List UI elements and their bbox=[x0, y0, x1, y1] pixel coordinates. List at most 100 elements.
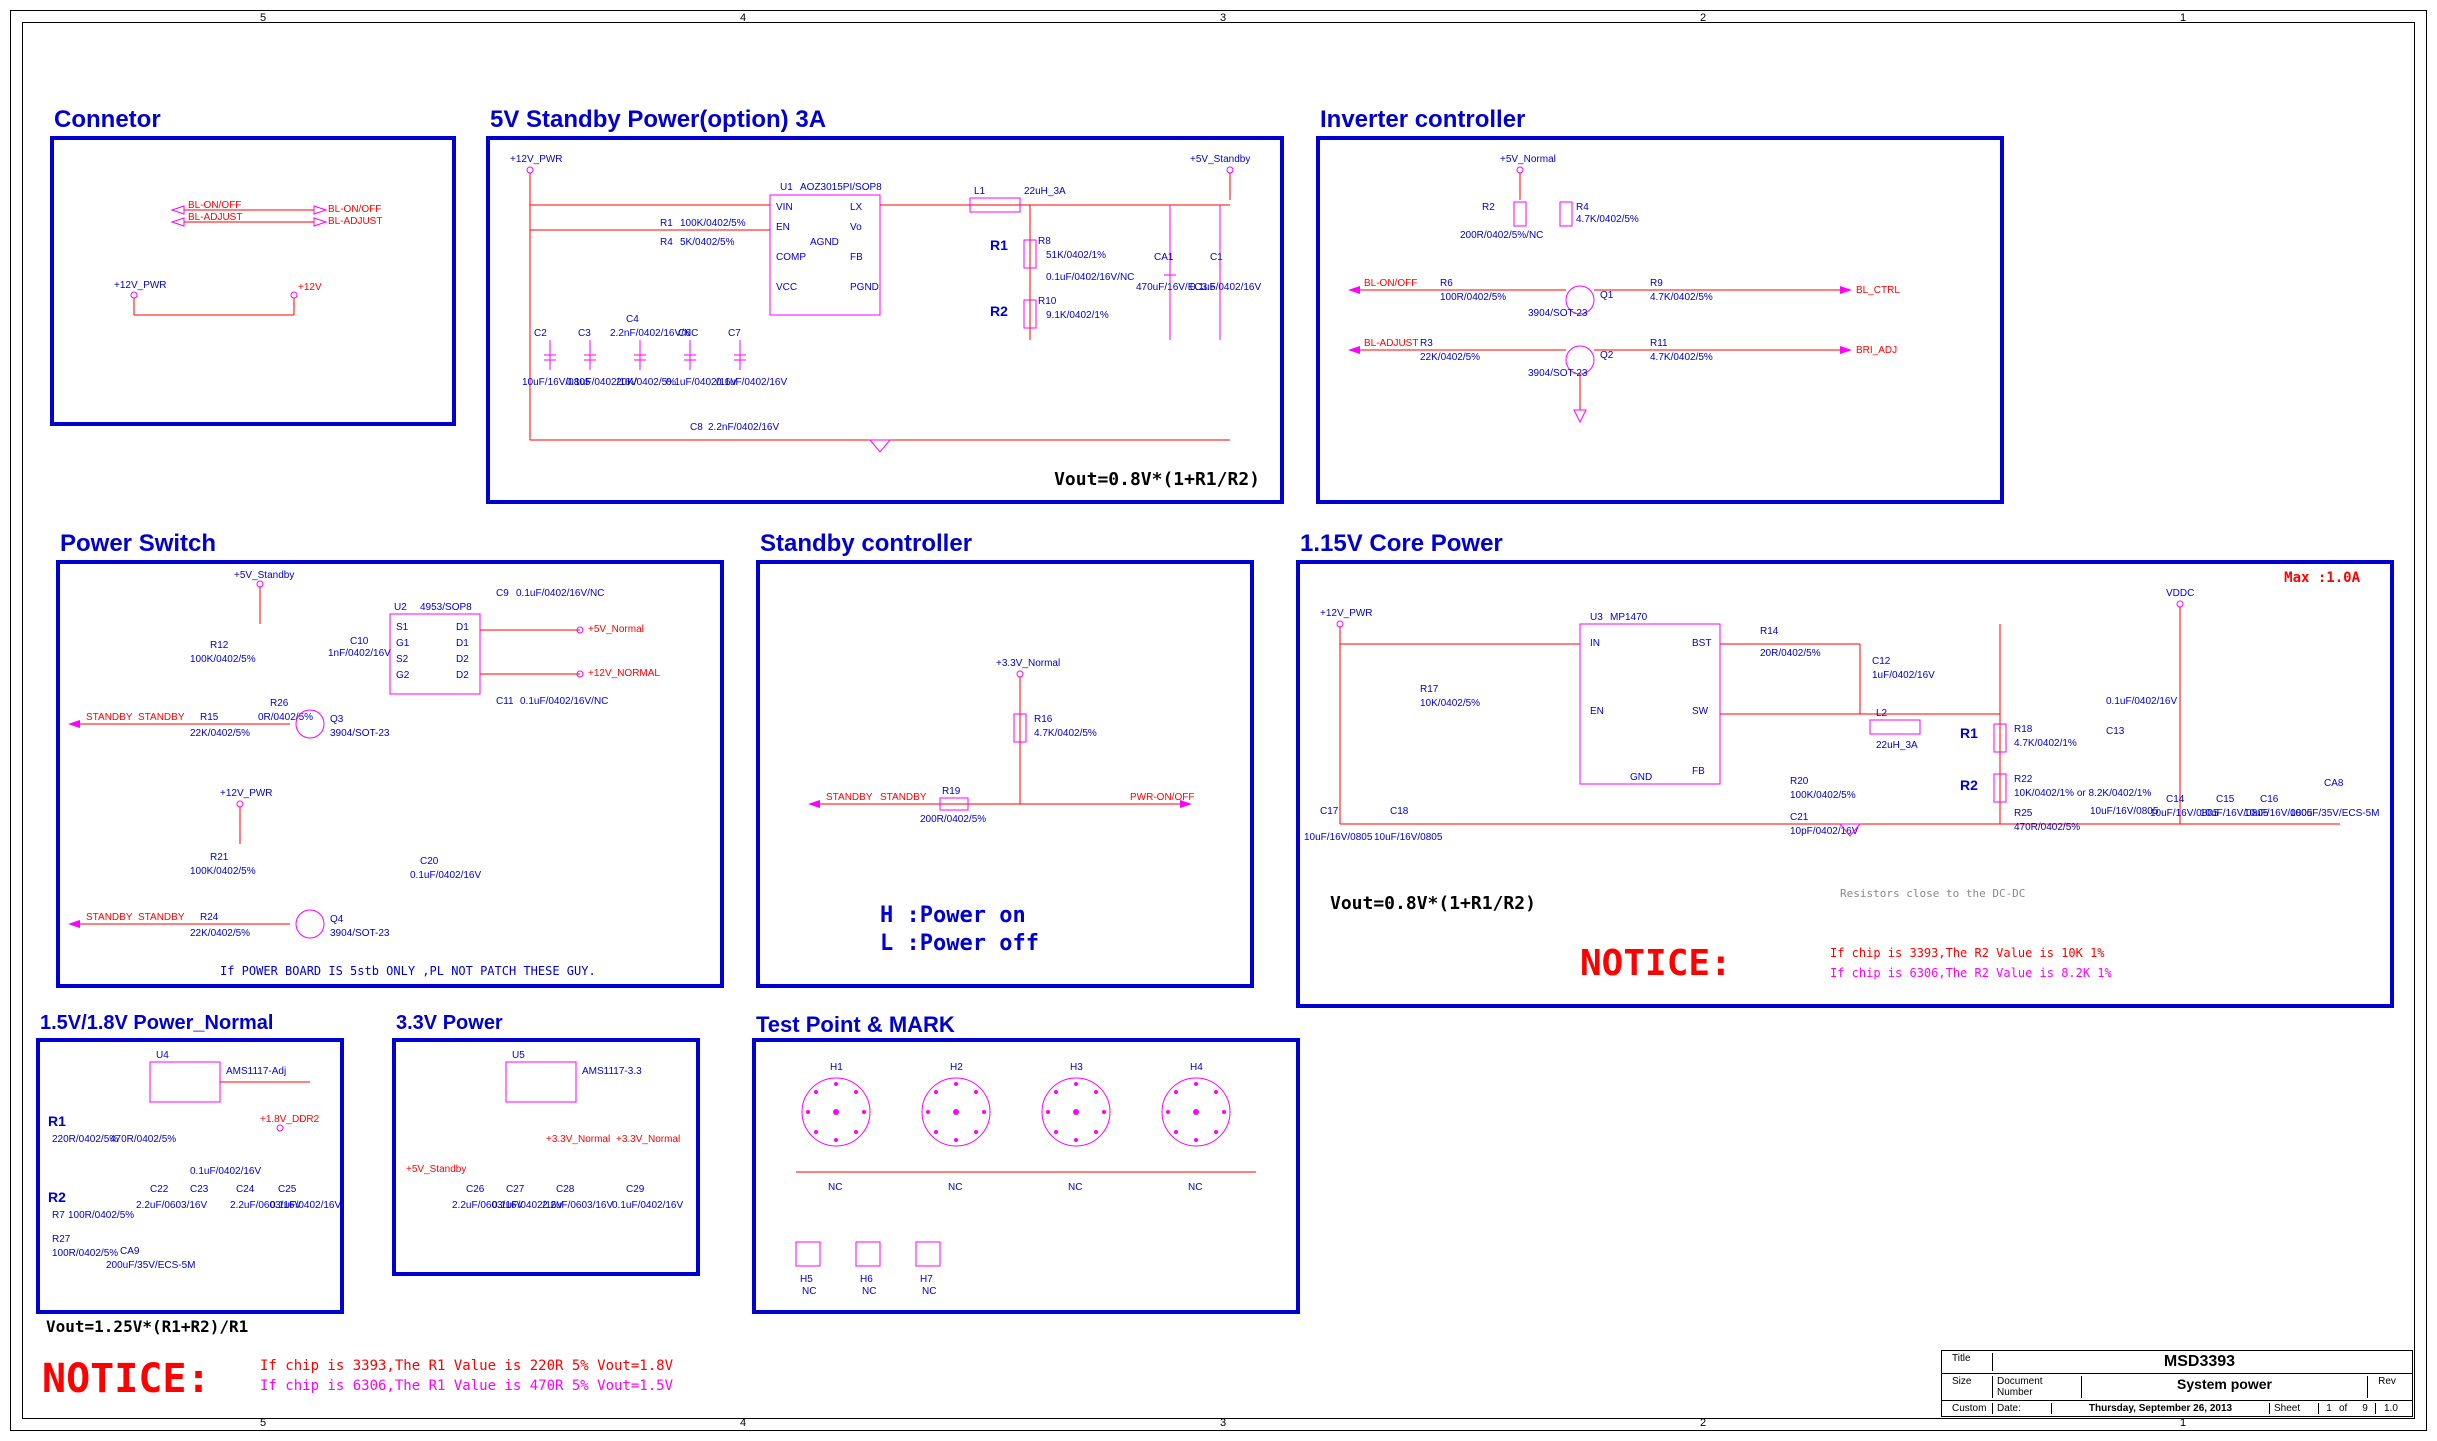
net-label: +12V bbox=[298, 282, 322, 293]
svg-text:R8: R8 bbox=[1038, 236, 1051, 247]
svg-text:R2: R2 bbox=[48, 1189, 66, 1205]
svg-text:S1: S1 bbox=[396, 622, 409, 633]
bottom-notice-label: NOTICE: bbox=[42, 1356, 211, 1402]
svg-text:C7: C7 bbox=[728, 328, 741, 339]
svg-text:100uF/35V/ECS-5M: 100uF/35V/ECS-5M bbox=[2290, 808, 2380, 819]
svg-text:C8: C8 bbox=[690, 422, 703, 433]
svg-text:L2: L2 bbox=[1876, 708, 1888, 719]
ruler-top: 5 bbox=[260, 12, 266, 24]
svg-text:2.2nF/0402/16V: 2.2nF/0402/16V bbox=[708, 422, 779, 433]
svg-text:10uF/16V/0805: 10uF/16V/0805 bbox=[1304, 832, 1373, 843]
svg-text:+5V_Normal: +5V_Normal bbox=[1500, 154, 1556, 165]
svg-text:0.1uF/0402/16V: 0.1uF/0402/16V bbox=[2106, 696, 2177, 707]
svg-text:+1.8V_DDR2: +1.8V_DDR2 bbox=[260, 1114, 320, 1125]
svg-text:22uH_3A: 22uH_3A bbox=[1024, 186, 1066, 197]
svg-text:0.1uF/0402/16V/NC: 0.1uF/0402/16V/NC bbox=[520, 696, 608, 707]
svg-text:VCC: VCC bbox=[776, 282, 797, 293]
svg-text:CA1: CA1 bbox=[1154, 252, 1174, 263]
svg-text:+5V_Standby: +5V_Standby bbox=[406, 1164, 466, 1175]
svg-text:COMP: COMP bbox=[776, 252, 806, 263]
svg-text:D2: D2 bbox=[456, 670, 469, 681]
svg-text:NC: NC bbox=[828, 1182, 842, 1193]
svg-text:C16: C16 bbox=[2260, 794, 2279, 805]
svg-text:S2: S2 bbox=[396, 654, 409, 665]
svg-text:+5V_Normal: +5V_Normal bbox=[588, 624, 644, 635]
svg-text:C28: C28 bbox=[556, 1184, 575, 1195]
svg-text:CA9: CA9 bbox=[120, 1246, 140, 1257]
svg-text:470R/0402/5%: 470R/0402/5% bbox=[2014, 822, 2080, 833]
svg-text:CA8: CA8 bbox=[2324, 778, 2344, 789]
svg-text:R14: R14 bbox=[1760, 626, 1779, 637]
ruler-bot: 1 bbox=[2180, 1417, 2186, 1429]
block-title-connector: Connetor bbox=[54, 106, 161, 134]
svg-text:C11: C11 bbox=[496, 696, 514, 707]
svg-text:22K/0402/5%: 22K/0402/5% bbox=[1420, 352, 1480, 363]
svg-text:R6: R6 bbox=[1440, 278, 1453, 289]
svg-text:5K/0402/5%: 5K/0402/5% bbox=[680, 237, 735, 248]
title-block: Title MSD3393 Size Document Number Syste… bbox=[1941, 1350, 2413, 1417]
bottom-notice-1: If chip is 3393,The R1 Value is 220R 5% … bbox=[260, 1358, 673, 1374]
svg-text:NC: NC bbox=[802, 1286, 816, 1297]
svg-text:0.1uF/0402/16V: 0.1uF/0402/16V bbox=[612, 1200, 683, 1211]
svg-text:SW: SW bbox=[1692, 706, 1709, 717]
svg-text:C17: C17 bbox=[1320, 806, 1339, 817]
svg-text:IN: IN bbox=[1590, 638, 1600, 649]
svg-text:20R/0402/5%: 20R/0402/5% bbox=[1760, 648, 1821, 659]
svg-text:PGND: PGND bbox=[850, 282, 879, 293]
svg-text:BL_CTRL: BL_CTRL bbox=[1856, 285, 1900, 296]
svg-text:R4: R4 bbox=[660, 237, 673, 248]
svg-text:51K/0402/1%: 51K/0402/1% bbox=[1046, 250, 1106, 261]
svg-text:C3: C3 bbox=[578, 328, 591, 339]
schematic-page: 5 4 3 2 1 5 4 3 2 1 Connetor BL-ON/OFF B… bbox=[0, 0, 2437, 1441]
svg-text:U4: U4 bbox=[156, 1050, 169, 1061]
svg-text:AMS1117-Adj: AMS1117-Adj bbox=[226, 1066, 286, 1077]
notice-label: NOTICE: bbox=[1580, 943, 1732, 984]
svg-text:0.1uF/0402/16V: 0.1uF/0402/16V bbox=[1190, 282, 1261, 293]
svg-text:100R/0402/5%: 100R/0402/5% bbox=[52, 1248, 118, 1259]
svg-text:2.2uF/0603/16V: 2.2uF/0603/16V bbox=[542, 1200, 613, 1211]
svg-text:D1: D1 bbox=[456, 622, 469, 633]
legend-h: H :Power on bbox=[880, 903, 1026, 928]
svg-text:R15: R15 bbox=[200, 712, 219, 723]
block-1518: U4 AMS1117-Adj +1.8V_DDR2 R1 R2 220R/040… bbox=[36, 1038, 344, 1314]
svg-text:C22: C22 bbox=[150, 1184, 169, 1195]
svg-text:100R/0402/5%: 100R/0402/5% bbox=[68, 1210, 134, 1221]
svg-text:22K/0402/5%: 22K/0402/5% bbox=[190, 728, 250, 739]
svg-text:R19: R19 bbox=[942, 786, 961, 797]
svg-text:C26: C26 bbox=[466, 1184, 485, 1195]
svg-text:MP1470: MP1470 bbox=[1610, 612, 1648, 623]
svg-text:VIN: VIN bbox=[776, 202, 793, 213]
ruler-top: 1 bbox=[2180, 12, 2186, 24]
svg-text:STANDBY: STANDBY bbox=[86, 912, 133, 923]
svg-text:R24: R24 bbox=[200, 912, 219, 923]
svg-text:H3: H3 bbox=[1070, 1062, 1083, 1073]
svg-text:BL-ADJUST: BL-ADJUST bbox=[1364, 338, 1418, 349]
svg-text:1nF/0402/16V: 1nF/0402/16V bbox=[328, 648, 391, 659]
svg-text:R2: R2 bbox=[1482, 202, 1495, 213]
svg-text:C9: C9 bbox=[496, 588, 509, 599]
svg-text:G2: G2 bbox=[396, 670, 410, 681]
svg-text:VDDC: VDDC bbox=[2166, 588, 2194, 599]
svg-text:NC: NC bbox=[1188, 1182, 1202, 1193]
svg-text:AGND: AGND bbox=[810, 237, 839, 248]
svg-text:H4: H4 bbox=[1190, 1062, 1203, 1073]
svg-text:+5V_Standby: +5V_Standby bbox=[234, 570, 294, 581]
formula: Vout=0.8V*(1+R1/R2) bbox=[1054, 469, 1260, 490]
ruler-bot: 3 bbox=[1220, 1417, 1226, 1429]
svg-text:C25: C25 bbox=[278, 1184, 297, 1195]
svg-text:200R/0402/5%/NC: 200R/0402/5%/NC bbox=[1460, 230, 1543, 241]
svg-text:H6: H6 bbox=[860, 1274, 873, 1285]
block-title-1518: 1.5V/1.8V Power_Normal bbox=[40, 1012, 273, 1035]
svg-text:0.1uF/0402/16V: 0.1uF/0402/16V bbox=[190, 1166, 261, 1177]
block-title-powerswitch: Power Switch bbox=[60, 530, 216, 558]
svg-text:C20: C20 bbox=[420, 856, 439, 867]
svg-text:R17: R17 bbox=[1420, 684, 1439, 695]
svg-text:R25: R25 bbox=[2014, 808, 2033, 819]
svg-text:0.1uF/0402/16V: 0.1uF/0402/16V bbox=[716, 377, 787, 388]
svg-text:3904/SOT-23: 3904/SOT-23 bbox=[1528, 308, 1588, 319]
svg-text:R1: R1 bbox=[1960, 725, 1978, 741]
ruler-top: 4 bbox=[740, 12, 746, 24]
svg-text:22uH_3A: 22uH_3A bbox=[1876, 740, 1918, 751]
ruler-bot: 4 bbox=[740, 1417, 746, 1429]
svg-text:3904/SOT-23: 3904/SOT-23 bbox=[1528, 368, 1588, 379]
